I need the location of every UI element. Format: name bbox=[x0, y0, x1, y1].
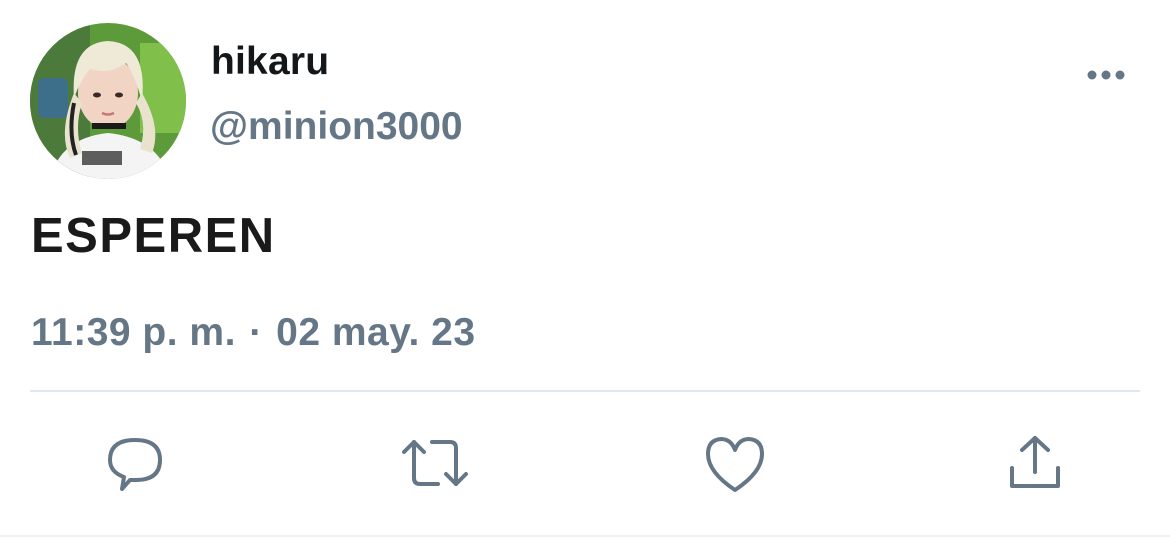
more-options-icon bbox=[1087, 70, 1125, 80]
more-options-button[interactable] bbox=[1082, 58, 1132, 92]
tweet-date: 02 may. 23 bbox=[276, 311, 476, 354]
like-button[interactable] bbox=[700, 430, 770, 498]
tweet-detail: hikaru @minion3000 ESPEREN 11:39 p. m. ·… bbox=[0, 0, 1170, 555]
reply-button[interactable] bbox=[100, 430, 170, 498]
retweet-button[interactable] bbox=[400, 430, 470, 498]
tweet-timestamp[interactable]: 11:39 p. m. · 02 may. 23 bbox=[31, 311, 476, 355]
display-name[interactable]: hikaru bbox=[211, 40, 329, 84]
share-icon bbox=[1010, 436, 1060, 488]
retweet-icon bbox=[402, 440, 468, 486]
bottom-border bbox=[0, 535, 1170, 537]
tweet-text: ESPEREN bbox=[31, 209, 276, 263]
share-button[interactable] bbox=[1000, 430, 1070, 498]
divider bbox=[30, 390, 1140, 392]
profile-photo-icon bbox=[30, 23, 186, 179]
timestamp-separator: · bbox=[249, 311, 263, 354]
reply-icon bbox=[108, 438, 162, 491]
avatar[interactable] bbox=[30, 23, 186, 179]
tweet-time: 11:39 p. m. bbox=[31, 311, 236, 354]
user-handle[interactable]: @minion3000 bbox=[210, 105, 463, 149]
heart-icon bbox=[706, 437, 764, 492]
